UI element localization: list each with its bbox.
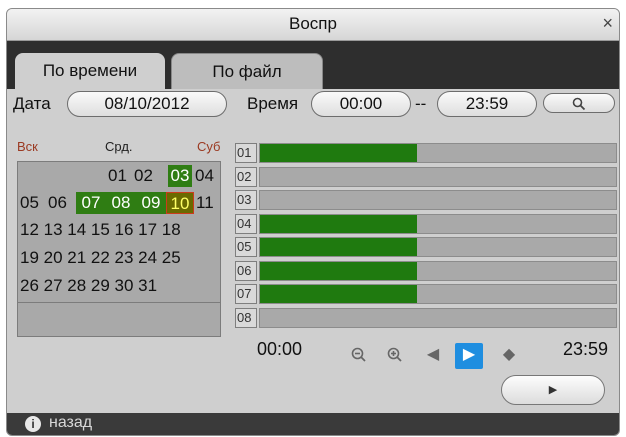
calendar-week-5[interactable]: 26 27 28 29 30 31 [20,276,157,298]
eraser-icon: ◆ [502,346,516,363]
channel-label[interactable]: 07 [235,284,257,304]
back-link[interactable]: назад [49,414,92,432]
channel-track[interactable] [259,284,617,304]
channel-label[interactable]: 06 [235,260,257,281]
weekday-sun: Вск [17,139,38,154]
prev-button[interactable]: ◀ [421,343,445,367]
record-segment [260,261,417,280]
close-icon[interactable]: × [602,13,613,34]
record-segment [260,238,417,256]
calendar-week-4[interactable]: 19 20 21 22 23 24 25 [20,248,181,270]
calendar-day[interactable]: 05 [20,192,46,214]
search-icon [572,97,586,111]
status-bar: i назад [7,413,619,435]
playback-window: Воспр × По времени По файл Дата 08/10/20… [6,8,620,436]
channel-label[interactable]: 05 [235,237,257,257]
weekday-wed: Срд. [105,139,133,154]
title-bar: Воспр × [7,9,619,41]
calendar-day-highlighted[interactable]: 07 [76,192,106,214]
tab-by-file[interactable]: По файл [171,53,323,89]
play-icon: ▶ [462,346,476,363]
channel-label[interactable]: 08 [235,307,257,328]
start-playback-button[interactable]: ▶ [501,375,605,405]
channel-track[interactable] [259,143,617,163]
zoom-out-icon [351,347,366,362]
record-segment [260,144,417,162]
calendar-day[interactable]: 02 [134,165,160,187]
calendar-day[interactable]: 04 [195,165,221,187]
channel-track[interactable] [259,260,617,281]
calendar-day[interactable]: 06 [48,192,74,214]
tab-by-time[interactable]: По времени [15,53,165,89]
zoom-in-icon [387,347,402,362]
channel-label[interactable]: 03 [235,190,257,210]
calendar-day[interactable]: 01 [108,165,134,187]
zoom-out-button[interactable] [347,343,371,367]
window-title: Воспр [289,14,337,33]
timeline-end: 23:59 [563,339,609,359]
calendar-day-highlighted[interactable]: 08 [106,192,136,214]
channel-track[interactable] [259,190,617,210]
date-label: Дата [13,94,51,113]
zoom-in-button[interactable] [383,343,407,367]
search-button[interactable] [543,93,615,113]
channel-track[interactable] [259,237,617,257]
channel-track[interactable] [259,166,617,187]
play-icon: ▶ [548,384,558,396]
calendar-week-3[interactable]: 12 13 14 15 16 17 18 [20,220,181,242]
channel-label[interactable]: 04 [235,213,257,234]
play-button[interactable]: ▶ [455,343,483,369]
date-field[interactable]: 08/10/2012 [67,91,227,117]
calendar-day-selected[interactable]: 10 [166,192,194,214]
tab-strip: По времени По файл [7,41,619,89]
prev-icon: ◀ [426,346,440,363]
time-end-field[interactable]: 23:59 [437,91,537,117]
channel-label[interactable]: 01 [235,143,257,163]
record-segment [260,214,417,233]
weekday-sat: Суб [197,139,221,154]
timeline-start: 00:00 [257,339,303,359]
time-start-field[interactable]: 00:00 [311,91,411,117]
time-label: Время [247,94,299,113]
calendar-grid: 01 02 03 04 05 06 07 08 09 10 11 12 13 1… [17,161,221,337]
record-segment [260,285,417,303]
time-separator: -- [415,94,427,113]
channel-track[interactable] [259,213,617,234]
calendar-day-highlighted[interactable]: 09 [136,192,166,214]
clear-button[interactable]: ◆ [497,343,521,367]
calendar-divider [18,302,220,303]
channel-label[interactable]: 02 [235,166,257,187]
info-icon: i [25,416,41,432]
channel-track[interactable] [259,307,617,328]
calendar-day[interactable]: 11 [196,192,222,214]
calendar-day-highlighted[interactable]: 03 [168,165,192,187]
